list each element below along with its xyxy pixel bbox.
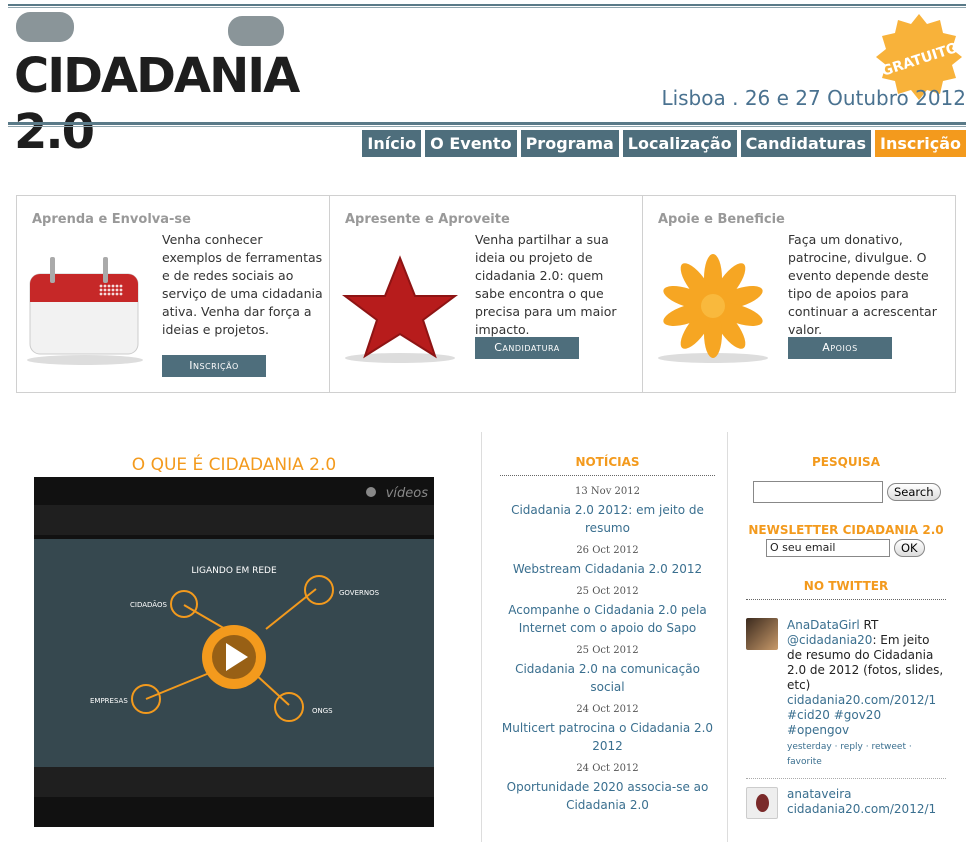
tweet-body: anataveira cidadania20.com/2012/1 xyxy=(787,787,936,819)
video-label-cidadaos: CIDADÃOS xyxy=(130,600,167,609)
tweet-meta[interactable]: yesterday · reply · retweet · favorite xyxy=(787,740,946,770)
video-label-ongs: ONGS xyxy=(312,707,333,715)
news-date: 25 Oct 2012 xyxy=(576,586,639,597)
news-link[interactable]: Oportunidade 2020 associa-se ao Cidadani… xyxy=(500,778,715,814)
newsletter-title: NEWSLETTER CIDADANIA 2.0 xyxy=(748,523,944,537)
tweet: anataveira cidadania20.com/2012/1 xyxy=(746,787,946,819)
section-heading: O QUE É CIDADANIA 2.0 xyxy=(131,455,337,475)
nav-o-evento[interactable]: O Evento xyxy=(425,130,517,157)
tweet-body: AnaDataGirl RT @cidadania20: Em jeito de… xyxy=(787,618,946,770)
news-item: 25 Oct 2012 Acompanhe o Cidadania 2.0 pe… xyxy=(500,586,715,637)
news-section: NOTÍCIAS 13 Nov 2012 Cidadania 2.0 2012:… xyxy=(500,455,715,822)
video-player[interactable]: vídeos LIGANDO EM REDE CIDADÃOS GOVERNOS… xyxy=(34,477,434,827)
feature-boxes: Aprenda e Envolva-se Venha conhecer exem… xyxy=(16,195,956,393)
news-date: 13 Nov 2012 xyxy=(575,486,640,497)
egg-icon xyxy=(756,794,769,812)
event-date: Lisboa . 26 e 27 Outubro 2012 xyxy=(661,86,966,110)
tweet-rt: RT xyxy=(859,618,879,632)
about-section: O QUE É CIDADANIA 2.0 vídeos LIGANDO EM … xyxy=(34,455,434,827)
feature-title: Apoie e Beneficie xyxy=(658,212,785,227)
tweet-divider xyxy=(746,778,946,779)
email-field[interactable]: O seu email xyxy=(766,539,890,557)
feature-title: Apresente e Aproveite xyxy=(345,212,510,227)
news-link[interactable]: Webstream Cidadania 2.0 2012 xyxy=(500,560,715,578)
speech-bubble-icon xyxy=(16,12,74,42)
inscricao-button[interactable]: Inscrição xyxy=(162,355,266,377)
news-item: 13 Nov 2012 Cidadania 2.0 2012: em jeito… xyxy=(500,486,715,537)
main-nav: Início O Evento Programa Localização Can… xyxy=(362,130,966,157)
video-frame: vídeos LIGANDO EM REDE CIDADÃOS GOVERNOS… xyxy=(34,477,434,827)
search-button[interactable]: Search xyxy=(887,483,941,501)
nav-inscricao[interactable]: Inscrição xyxy=(875,130,966,157)
ok-button[interactable]: OK xyxy=(894,539,925,557)
news-link[interactable]: Acompanhe o Cidadania 2.0 pela Internet … xyxy=(500,601,715,637)
video-label-empresas: EMPRESAS xyxy=(90,697,128,705)
tweet-user[interactable]: AnaDataGirl xyxy=(787,618,860,632)
column-divider xyxy=(481,432,482,842)
cloud-icon xyxy=(366,487,376,497)
video-watermark: vídeos xyxy=(386,486,429,501)
tweet-link[interactable]: cidadania20.com/2012/1 xyxy=(787,693,936,707)
star-icon xyxy=(342,255,458,363)
candidatura-button[interactable]: Candidatura xyxy=(475,337,579,359)
news-item: 24 Oct 2012 Multicert patrocina o Cidada… xyxy=(500,704,715,755)
flower-icon xyxy=(658,254,768,363)
feature-text: Venha partilhar a sua ideia ou projeto d… xyxy=(475,232,617,337)
nav-programa[interactable]: Programa xyxy=(520,130,619,157)
nav-localizacao[interactable]: Localização xyxy=(622,130,737,157)
news-date: 24 Oct 2012 xyxy=(576,704,639,715)
nav-candidaturas[interactable]: Candidaturas xyxy=(740,130,871,157)
feature-apoie: Apoie e Beneficie Faça um donativo, patr… xyxy=(643,196,955,392)
search-title: PESQUISA xyxy=(812,455,880,469)
news-date: 24 Oct 2012 xyxy=(576,763,639,774)
avatar[interactable] xyxy=(746,618,778,650)
news-link[interactable]: Cidadania 2.0 na comunicação social xyxy=(500,660,715,696)
top-border xyxy=(8,4,966,8)
feature-text: Faça um donativo, patrocine, divulgue. O… xyxy=(788,232,937,337)
apoios-button[interactable]: Apoios xyxy=(788,337,892,359)
news-item: 24 Oct 2012 Oportunidade 2020 associa-se… xyxy=(500,763,715,814)
feature-text: Venha conhecer exemplos de ferramentas e… xyxy=(162,232,323,337)
tweet-mention[interactable]: @cidadania20 xyxy=(787,633,872,647)
news-title: NOTÍCIAS xyxy=(500,455,715,476)
twitter-title: NO TWITTER xyxy=(746,579,946,600)
feature-apresente: Apresente e Aproveite Venha partilhar a … xyxy=(330,196,643,392)
sidebar: PESQUISA Search NEWSLETTER CIDADANIA 2.0… xyxy=(746,455,946,819)
tweet-tags[interactable]: #cid20 #gov20 #opengov xyxy=(787,708,946,738)
speech-bubble-icon xyxy=(228,16,284,46)
news-link[interactable]: Multicert patrocina o Cidadania 2.0 2012 xyxy=(500,719,715,755)
tweet-user[interactable]: anataveira xyxy=(787,787,936,802)
feature-title: Aprenda e Envolva-se xyxy=(32,212,191,227)
tweet-link[interactable]: cidadania20.com/2012/1 xyxy=(787,802,936,817)
news-item: 25 Oct 2012 Cidadania 2.0 na comunicação… xyxy=(500,645,715,696)
logo-text: CIDADANIA 2.0 xyxy=(14,48,300,160)
news-date: 26 Oct 2012 xyxy=(576,545,639,556)
search-input[interactable] xyxy=(753,481,883,503)
tweet: AnaDataGirl RT @cidadania20: Em jeito de… xyxy=(746,618,946,770)
feature-aprenda: Aprenda e Envolva-se Venha conhecer exem… xyxy=(17,196,330,392)
news-link[interactable]: Cidadania 2.0 2012: em jeito de resumo xyxy=(500,501,715,537)
search-form: Search xyxy=(753,481,946,503)
news-date: 25 Oct 2012 xyxy=(576,645,639,656)
news-item: 26 Oct 2012 Webstream Cidadania 2.0 2012 xyxy=(500,545,715,578)
calendar-icon xyxy=(27,257,143,365)
column-divider xyxy=(727,432,728,842)
nav-border xyxy=(8,122,966,127)
video-label-governos: GOVERNOS xyxy=(339,589,380,597)
site-logo[interactable]: CIDADANIA 2.0 xyxy=(12,12,357,160)
avatar[interactable] xyxy=(746,787,778,819)
nav-inicio[interactable]: Início xyxy=(362,130,422,157)
video-title: LIGANDO EM REDE xyxy=(191,566,277,576)
newsletter-form: O seu email OK xyxy=(766,539,946,557)
